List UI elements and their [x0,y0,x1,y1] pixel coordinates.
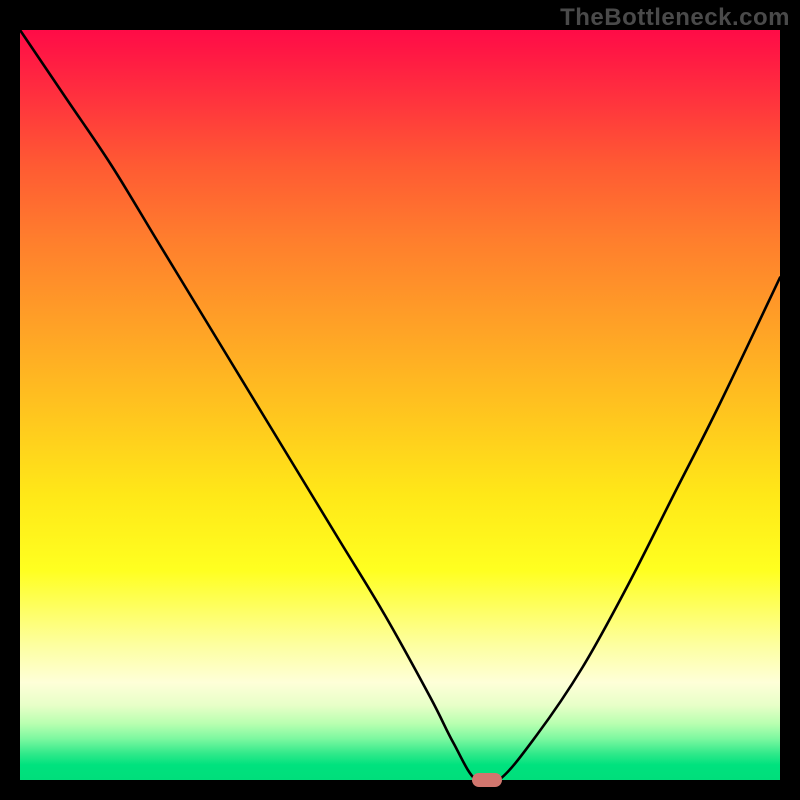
optimal-marker [472,773,502,787]
watermark-text: TheBottleneck.com [560,4,790,32]
plot-area [20,30,780,780]
chart-frame: TheBottleneck.com [0,0,800,800]
bottleneck-curve [20,30,780,780]
